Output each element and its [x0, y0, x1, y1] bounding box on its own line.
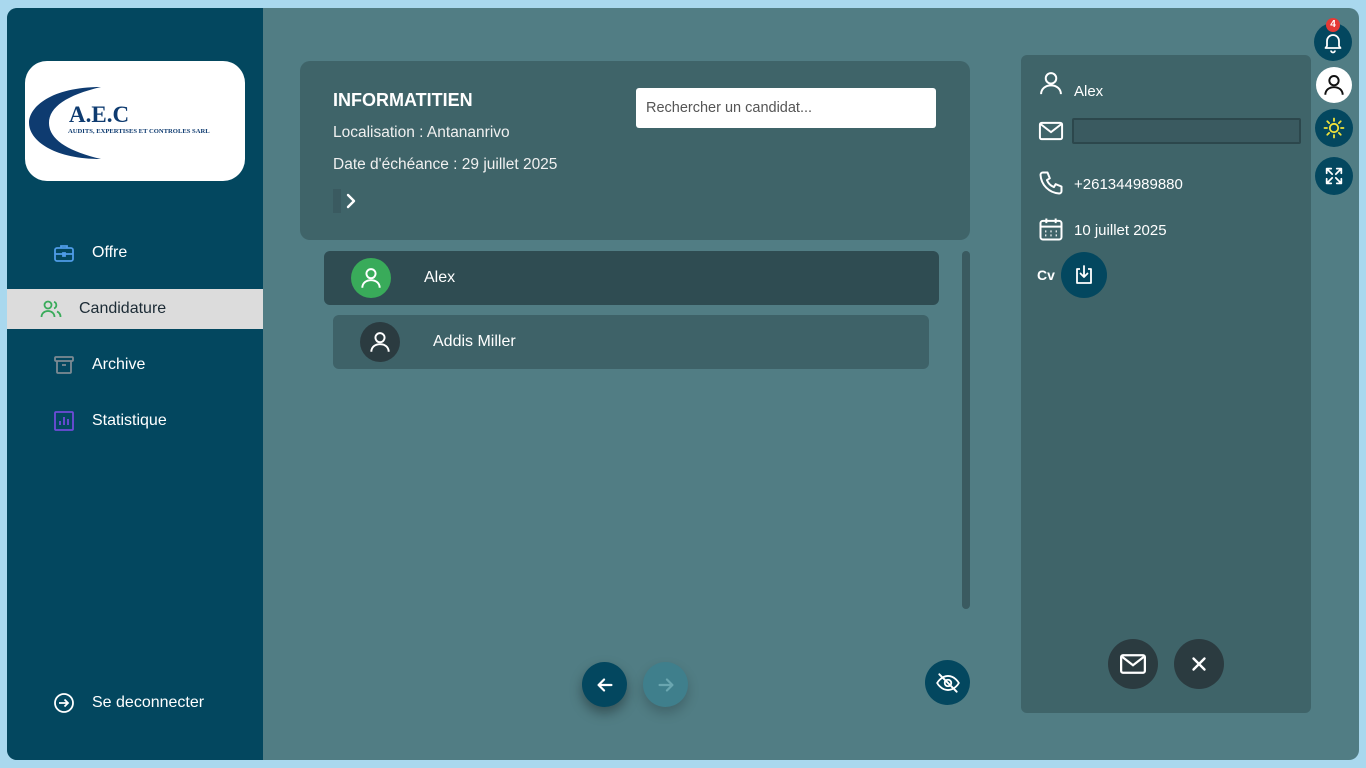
app-frame: A.E.C AUDITS, EXPERTISES ET CONTROLES SA…	[7, 8, 1359, 760]
reject-button[interactable]	[1174, 639, 1224, 689]
fullscreen-button[interactable]	[1315, 157, 1353, 195]
sidebar: A.E.C AUDITS, EXPERTISES ET CONTROLES SA…	[7, 8, 263, 760]
job-title: INFORMATITIEN	[333, 90, 473, 110]
detail-email[interactable]	[1072, 118, 1301, 144]
next-page-button[interactable]	[643, 662, 688, 707]
archive-icon	[54, 356, 74, 374]
users-icon	[40, 300, 62, 318]
avatar	[351, 258, 391, 298]
profile-button[interactable]	[1316, 67, 1352, 103]
candidate-row-alex[interactable]: Alex	[324, 251, 939, 305]
candidate-detail-panel: Alex +261344989880 10 juillet 2025 Cv	[1021, 55, 1311, 713]
logo-tagline: AUDITS, EXPERTISES ET CONTROLES SARL	[68, 128, 210, 135]
previous-page-button[interactable]	[582, 662, 627, 707]
detail-name: Alex	[1074, 83, 1104, 100]
briefcase-icon	[54, 245, 74, 262]
arrow-left-icon	[596, 677, 613, 692]
sidebar-item-label: Archive	[92, 356, 146, 373]
user-icon	[1324, 75, 1344, 95]
expand-icon	[1325, 167, 1343, 185]
download-icon	[1076, 265, 1092, 284]
send-email-button[interactable]	[1108, 639, 1158, 689]
logout-button[interactable]: Se deconnecter	[7, 683, 263, 723]
company-logo: A.E.C AUDITS, EXPERTISES ET CONTROLES SA…	[25, 61, 245, 181]
sidebar-item-label: Statistique	[92, 412, 167, 429]
user-icon	[370, 332, 390, 352]
logout-label: Se deconnecter	[92, 694, 205, 711]
calendar-icon	[1039, 218, 1063, 241]
job-deadline: Date d'échéance : 29 juillet 2025	[333, 156, 558, 173]
phone-icon	[1039, 171, 1063, 195]
notification-badge: 4	[1326, 18, 1340, 32]
avatar	[360, 322, 400, 362]
list-scrollbar[interactable]	[962, 251, 970, 609]
download-cv-button[interactable]	[1061, 252, 1107, 298]
detail-phone: +261344989880	[1074, 176, 1183, 193]
toggle-visibility-button[interactable]	[925, 660, 970, 705]
chevron-right-icon	[346, 193, 356, 209]
mail-icon	[1038, 121, 1064, 141]
chart-icon	[54, 411, 74, 431]
candidate-row-addis-miller[interactable]: Addis Miller	[333, 315, 929, 369]
search-input[interactable]	[636, 88, 936, 128]
sidebar-item-label: Offre	[92, 244, 128, 261]
sidebar-item-statistique[interactable]: Statistique	[7, 401, 263, 441]
expand-job-button[interactable]	[333, 189, 357, 213]
sidebar-item-offre[interactable]: Offre	[7, 233, 263, 273]
sidebar-item-archive[interactable]: Archive	[7, 345, 263, 385]
mail-icon	[1120, 654, 1146, 674]
job-card: INFORMATITIEN Localisation : Antananrivo…	[300, 61, 970, 240]
logout-icon	[54, 693, 74, 713]
cv-label: Cv	[1037, 267, 1055, 283]
candidate-name: Alex	[424, 269, 456, 286]
candidate-name: Addis Miller	[433, 333, 516, 350]
logo-brand: A.E.C	[69, 102, 129, 127]
detail-date: 10 juillet 2025	[1074, 222, 1167, 239]
eye-off-icon	[935, 672, 960, 693]
user-icon	[361, 268, 381, 288]
theme-toggle-button[interactable]	[1315, 109, 1353, 147]
sidebar-item-candidature[interactable]: Candidature	[7, 289, 263, 329]
bell-icon	[1324, 34, 1342, 54]
user-icon	[1040, 72, 1062, 95]
sun-icon	[1323, 117, 1345, 139]
arrow-right-icon	[657, 677, 674, 692]
close-icon	[1192, 657, 1206, 671]
job-location: Localisation : Antananrivo	[333, 124, 510, 141]
sidebar-item-label: Candidature	[79, 300, 167, 317]
